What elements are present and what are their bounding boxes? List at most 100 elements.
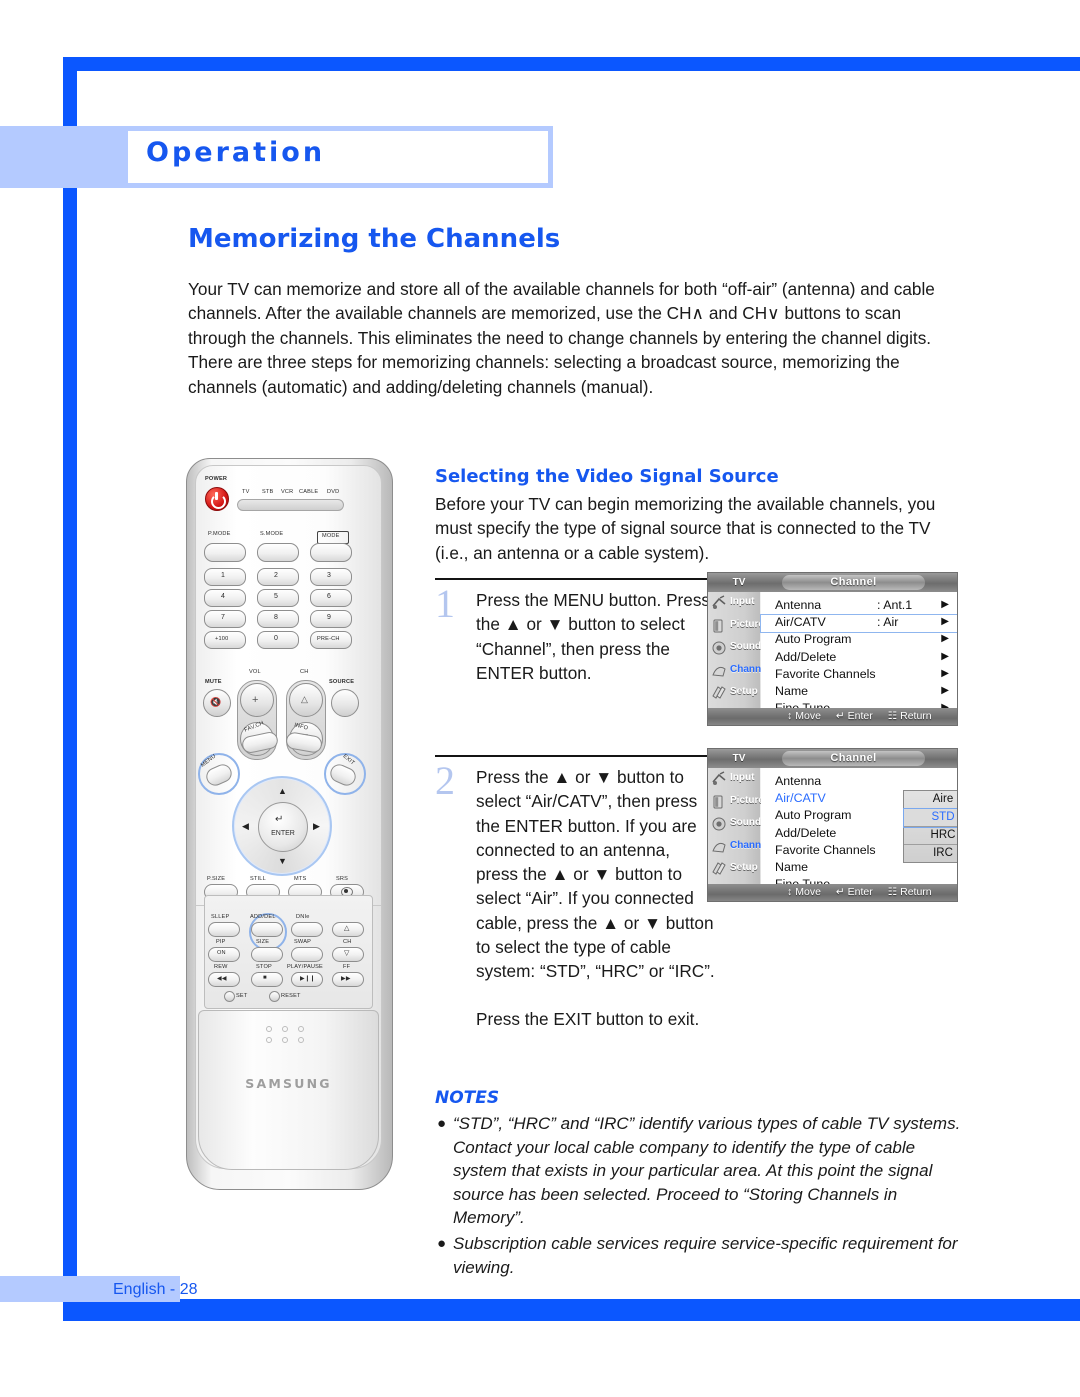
power-button[interactable]: [205, 487, 229, 511]
notes-title: NOTES: [435, 1088, 500, 1108]
dpad-left-icon[interactable]: ◀: [242, 821, 249, 832]
osd-sidebar: Input Picture Sound Channel Setup: [708, 592, 769, 725]
stop-button[interactable]: [251, 972, 283, 987]
osd-menu-row-air-catv[interactable]: Air/CATV : Air ▶: [760, 614, 957, 634]
device-indicator-bar: [237, 499, 344, 511]
dpad-up-icon[interactable]: ▲: [278, 786, 287, 796]
key-6-label: 6: [327, 593, 332, 600]
size-label: SIZE: [256, 939, 270, 945]
chevron-up-icon: △: [301, 694, 309, 704]
return-label: Return: [900, 886, 932, 898]
osd-sidebar-item-picture[interactable]: Picture: [708, 791, 764, 814]
page-border-top: [63, 57, 1080, 71]
osd-menu-row-add-delete[interactable]: Add/Delete ▶: [761, 650, 957, 667]
picture-icon: [711, 794, 727, 810]
mode-button[interactable]: [310, 543, 352, 562]
fast-forward-icon: ▶▶: [341, 976, 351, 982]
antenna-icon: [711, 771, 727, 787]
add-del-button[interactable]: [251, 922, 283, 937]
key-7-label: 7: [221, 614, 226, 621]
osd-footer-hints: ↕ Move ↵ Enter ☷ Return: [787, 708, 932, 725]
note-text: “STD”, “HRC” and “IRC” identify various …: [453, 1114, 961, 1228]
osd-sidebar-item-input[interactable]: Input: [708, 768, 760, 791]
srs-label: SRS: [336, 876, 349, 882]
s-mode-button[interactable]: [257, 543, 299, 562]
step-number: 2: [435, 758, 455, 803]
antenna-icon: [711, 595, 727, 611]
step-divider: [435, 755, 715, 757]
ch-label: CH: [300, 669, 309, 675]
step-text: Press the ▲ or ▼ button to select “Air/C…: [476, 767, 715, 982]
osd-menu-row-antenna[interactable]: Antenna : Ant.1 ▶: [761, 598, 957, 615]
rewind-icon: ◀◀: [217, 976, 227, 982]
swap-button[interactable]: [291, 947, 323, 962]
osd-menu-row-antenna[interactable]: Antenna: [761, 774, 957, 791]
mode-label: MODE: [322, 533, 340, 539]
osd-menu-row-name[interactable]: Name ▶: [761, 684, 957, 701]
enter-arrow-icon: ↵: [275, 814, 284, 825]
osd-sidebar-label: Setup: [730, 686, 758, 697]
enter-button[interactable]: ↵ ENTER: [258, 802, 308, 852]
dpad-down-icon[interactable]: ▼: [278, 856, 287, 866]
osd-sidebar-label: Picture: [730, 794, 764, 806]
osd-sidebar-item-sound[interactable]: Sound: [708, 637, 762, 660]
setup-icon: [711, 861, 727, 877]
key-8-label: 8: [274, 614, 279, 621]
direction-pad[interactable]: ▲ ▼ ◀ ▶ ↵ ENTER: [232, 776, 332, 876]
menu-label: Antenna: [775, 598, 822, 612]
mute-label: MUTE: [205, 679, 222, 685]
reset-button[interactable]: [269, 991, 280, 1002]
return-icon: ☷: [887, 710, 898, 722]
source-button[interactable]: [331, 689, 359, 717]
osd-sidebar-item-sound[interactable]: Sound: [708, 813, 761, 836]
set-button[interactable]: [224, 991, 235, 1002]
osd-sidebar-item-setup[interactable]: Setup: [708, 858, 760, 881]
dpad-right-icon[interactable]: ▶: [313, 821, 320, 832]
subsection-paragraph: Before your TV can begin memorizing the …: [435, 494, 936, 563]
osd-sidebar-label: Sound: [730, 641, 762, 652]
power-label: POWER: [205, 476, 228, 482]
osd-sidebar-item-input[interactable]: Input: [708, 592, 760, 615]
remote-control-illustration: POWER TV STB VCR CABLE DVD P.MODE S.MODE…: [186, 458, 393, 1190]
enter-label: Enter: [847, 710, 873, 722]
menu-label: Favorite Channels: [775, 666, 876, 681]
sleep-button[interactable]: [208, 922, 240, 937]
osd-menu-row-favorite-channels[interactable]: Favorite Channels ▶: [761, 667, 957, 684]
osd-footer-hints: ↕ Move ↵ Enter ☷ Return: [787, 884, 932, 901]
step-divider: [435, 578, 715, 580]
dropdown-option-std[interactable]: STD: [903, 808, 957, 828]
pip-on-label: ON: [217, 950, 226, 956]
dropdown-option-hrc[interactable]: HRC: [904, 827, 957, 845]
dnie-button[interactable]: [291, 922, 323, 937]
device-mode-tv: TV: [242, 489, 250, 495]
step-text: Press the MENU button. Press the ▲ or ▼ …: [476, 590, 711, 683]
pip-label: PIP: [216, 939, 226, 945]
osd-screenshot-air-catv-dropdown: TV Channel Input Picture Sound Channel S…: [707, 748, 958, 902]
chevron-up-icon: △: [344, 925, 350, 932]
menu-label: Name: [775, 683, 809, 698]
dropdown-option-aire[interactable]: Aire: [904, 791, 957, 809]
osd-sidebar-label: Picture: [730, 618, 764, 630]
chevron-right-icon: ▶: [941, 616, 949, 628]
chevron-right-icon: ▶: [941, 599, 949, 610]
size-button[interactable]: [251, 947, 283, 962]
p-mode-button[interactable]: [204, 543, 246, 562]
osd-sidebar-item-picture[interactable]: Picture: [708, 615, 764, 638]
key-4-label: 4: [221, 593, 226, 600]
air-catv-dropdown[interactable]: Aire STD HRC IRC: [903, 790, 957, 863]
chevron-right-icon: ▶: [941, 667, 949, 679]
osd-menu-row-auto-program[interactable]: Auto Program ▶: [761, 632, 957, 649]
osd-sidebar: Input Picture Sound Channel Setup: [708, 768, 769, 901]
s-mode-label: S.MODE: [260, 531, 284, 537]
subsection-title: Selecting the Video Signal Source: [435, 466, 779, 487]
osd-sidebar-item-channel[interactable]: Channel: [708, 836, 769, 859]
dropdown-option-irc[interactable]: IRC: [904, 845, 957, 862]
osd-device-label: TV: [732, 753, 746, 764]
menu-label: Add/Delete: [775, 649, 837, 664]
osd-footer-bar: ↕ Move ↵ Enter ☷ Return: [761, 708, 957, 725]
osd-sidebar-item-setup[interactable]: Setup: [708, 682, 760, 705]
osd-screenshot-channel-menu: TV Channel Input Picture Sound Channel S…: [707, 572, 958, 726]
osd-sidebar-item-channel[interactable]: Channel: [708, 660, 769, 683]
osd-menu-list: Antenna Air/CATV Auto Program Add/Delete…: [761, 768, 957, 901]
note-text: Subscription cable services require serv…: [453, 1233, 958, 1277]
